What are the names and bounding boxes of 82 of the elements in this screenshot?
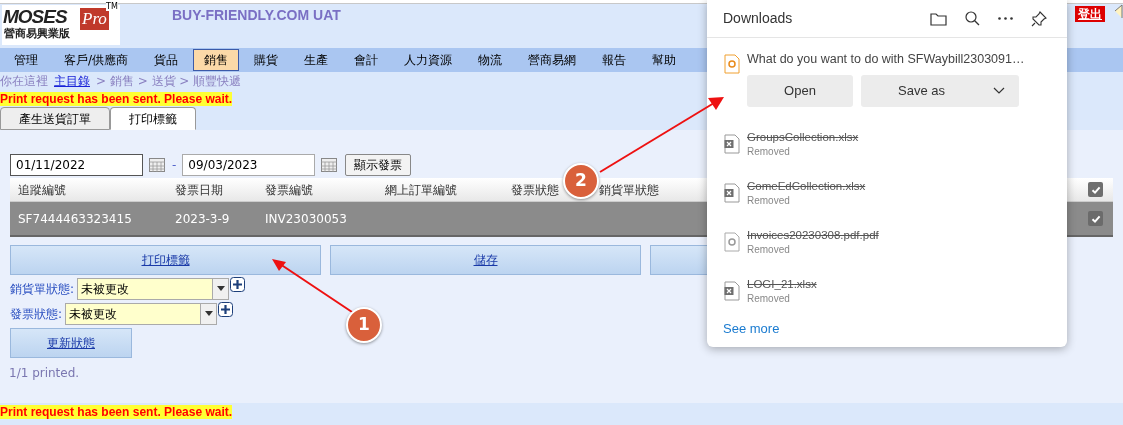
pin-icon[interactable] xyxy=(1031,10,1047,27)
check-icon xyxy=(1090,184,1101,195)
breadcrumb-path: > 銷售 > 送貨 > 順豐快遞 xyxy=(96,73,242,90)
status-select[interactable]: 未被更改 xyxy=(65,302,218,325)
menu-item[interactable]: 營商易網 xyxy=(517,49,588,71)
search-icon[interactable] xyxy=(965,11,980,26)
file-name: GroupsCollection.xlsx xyxy=(747,129,859,145)
menu-item[interactable]: 貨品 xyxy=(143,49,190,71)
checkbox[interactable] xyxy=(1088,182,1103,197)
field-label: 發票狀態: xyxy=(10,305,63,323)
site-title: BUY-FRIENDLY.COM UAT xyxy=(172,6,341,25)
action-button[interactable]: 儲存 xyxy=(330,245,641,275)
check-icon xyxy=(1090,213,1101,224)
annotation-marker: 1 xyxy=(346,307,382,343)
column-header: 追蹤編號 xyxy=(17,181,67,199)
download-prompt: What do you want to do with SFWaybill2303091… xyxy=(747,51,1025,68)
calendar-icon[interactable] xyxy=(321,158,338,172)
annotation-marker: 2 xyxy=(563,163,599,199)
file-status: Removed xyxy=(747,291,791,306)
field-label: 銷貨單狀態: xyxy=(10,280,75,298)
table-cell-text: 2023-3-9 xyxy=(174,210,231,228)
menu-item[interactable]: 報告 xyxy=(591,49,638,71)
plus-icon[interactable] xyxy=(218,302,234,317)
panel-title: Downloads xyxy=(723,9,793,28)
column-header: 發票狀態 xyxy=(510,181,560,199)
menu-item[interactable]: 幫助 xyxy=(641,49,688,71)
more-icon[interactable] xyxy=(998,17,1013,20)
tab[interactable]: 產生送貨訂單 xyxy=(0,107,110,130)
date-field[interactable]: 09/03/2023 xyxy=(182,154,316,176)
see-more-link[interactable]: See more xyxy=(723,319,780,339)
file-name: LOGI_21.xlsx xyxy=(747,276,817,292)
menu-item[interactable]: 銷售 xyxy=(193,49,240,71)
date-separator: - xyxy=(172,157,177,174)
checkbox[interactable] xyxy=(1088,211,1103,226)
chevron-down-icon xyxy=(993,87,1005,95)
menu-item[interactable]: 管理 xyxy=(3,49,49,71)
show-invoices-button[interactable]: 顯示發票 xyxy=(345,154,412,176)
pdf-file-icon xyxy=(724,232,740,253)
file-name: ComeEdCollection.xlsx xyxy=(747,178,866,194)
spreadsheet-file-icon xyxy=(724,134,740,155)
status-message: Print request has been sent. Please wait. xyxy=(0,92,233,106)
column-header: 銷貨單狀態 xyxy=(598,181,660,199)
menu-item[interactable]: 人力資源 xyxy=(393,49,464,71)
status-select[interactable]: 未被更改 xyxy=(77,277,230,300)
spreadsheet-file-icon xyxy=(724,183,740,204)
plus-icon[interactable] xyxy=(230,277,246,292)
download-item[interactable]: LOGI_21.xlsx Removed xyxy=(707,266,1067,316)
menu-item[interactable]: 客戶/供應商 xyxy=(53,49,140,71)
column-header: 發票編號 xyxy=(264,181,314,199)
download-item[interactable]: GroupsCollection.xlsx Removed xyxy=(707,119,1067,169)
menu-item[interactable]: 會計 xyxy=(343,49,390,71)
save-as-button[interactable]: Save as xyxy=(861,74,1019,107)
menu-item[interactable]: 購貨 xyxy=(243,49,290,71)
menu-item[interactable]: 生產 xyxy=(293,49,340,71)
status-message: Print request has been sent. Please wait. xyxy=(0,405,233,419)
dropdown-caret-icon xyxy=(216,286,225,291)
home-link[interactable]: 主目錄 xyxy=(54,72,90,90)
tab[interactable]: 打印標籤 xyxy=(110,107,196,130)
file-name: Invoices20230308.pdf.pdf xyxy=(747,227,879,243)
download-item[interactable]: Invoices20230308.pdf.pdf Removed xyxy=(707,217,1067,267)
file-status: Removed xyxy=(747,193,791,208)
download-item[interactable]: ComeEdCollection.xlsx Removed xyxy=(707,168,1067,218)
open-button[interactable]: Open xyxy=(747,74,853,107)
spreadsheet-file-icon xyxy=(724,281,740,302)
dropdown-caret-icon xyxy=(204,311,213,316)
action-button[interactable]: 打印標籤 xyxy=(10,245,321,275)
update-status-button[interactable]: 更新狀態 xyxy=(10,328,132,358)
column-header: 網上訂單編號 xyxy=(384,181,458,199)
calendar-icon[interactable] xyxy=(149,158,165,172)
folder-icon[interactable] xyxy=(930,11,947,26)
table-cell-text: SF7444463323415 xyxy=(17,210,133,228)
breadcrumb-label: 你在這裡 xyxy=(0,73,48,90)
column-header: 發票日期 xyxy=(174,181,224,199)
printed-note: 1/1 printed. xyxy=(9,366,80,380)
file-status: Removed xyxy=(747,242,791,257)
pdf-file-icon xyxy=(724,54,740,74)
date-field[interactable]: 01/11/2022 xyxy=(10,154,143,176)
logout-button[interactable]: 登出 xyxy=(1075,6,1105,22)
home-icon[interactable] xyxy=(1114,4,1123,18)
table-cell-text: INV23030053 xyxy=(264,210,348,228)
menu-item[interactable]: 物流 xyxy=(467,49,514,71)
file-status: Removed xyxy=(747,144,791,159)
